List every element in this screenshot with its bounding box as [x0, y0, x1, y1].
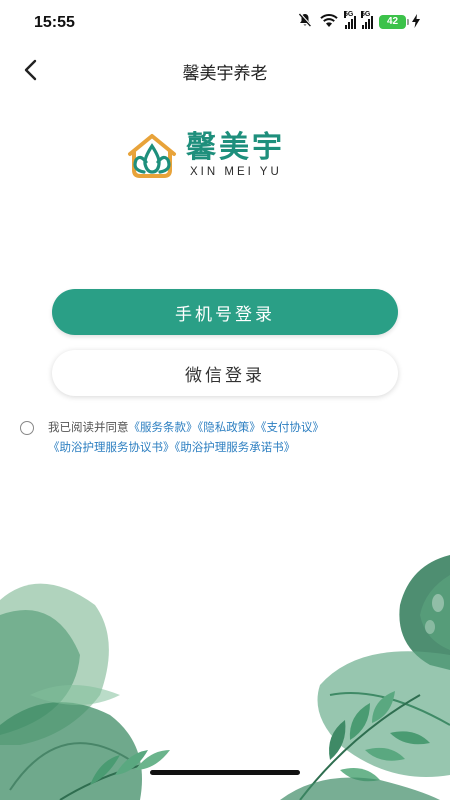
bathing-care-agreement-link[interactable]: 《助浴护理服务协议书》 — [48, 440, 175, 454]
wechat-login-button[interactable]: 微信登录 — [52, 350, 398, 396]
page-title: 馨美宇养老 — [182, 64, 268, 84]
status-icons: 5G 5G 42 — [297, 11, 420, 32]
leaves-decoration — [0, 555, 450, 800]
house-drop-icon — [128, 134, 176, 178]
agreement-prefix: 我已阅读并同意 — [48, 420, 129, 434]
network-label-2: 5G — [361, 11, 371, 18]
wifi-icon — [319, 13, 339, 32]
phone-login-button[interactable]: 手机号登录 — [52, 289, 398, 335]
privacy-policy-link[interactable]: 《隐私政策》 — [198, 420, 261, 434]
agreement-checkbox[interactable] — [20, 421, 34, 435]
agreement-text: 我已阅读并同意《服务条款》《隐私政策》《支付协议》《助浴护理服务协议书》《助浴护… — [48, 417, 428, 457]
terms-of-service-link[interactable]: 《服务条款》 — [129, 420, 198, 434]
signal-icon: 5G — [344, 11, 356, 29]
bathing-care-commitment-link[interactable]: 《助浴护理服务承诺书》 — [175, 440, 296, 454]
status-bar: 15:55 5G 5G 42 — [0, 0, 450, 46]
nav-bar: 馨美宇养老 — [0, 46, 450, 94]
status-time: 15:55 — [34, 14, 75, 31]
mute-icon — [297, 12, 313, 32]
brand-logo: 馨美宇 XIN MEI YU — [124, 132, 324, 182]
signal-icon-2: 5G — [361, 11, 373, 29]
logo-name-cn: 馨美宇 — [186, 130, 285, 165]
network-label-1: 5G — [344, 11, 354, 18]
payment-agreement-link[interactable]: 《支付协议》 — [261, 420, 324, 434]
logo-name-en: XIN MEI YU — [190, 166, 282, 178]
home-indicator[interactable] — [150, 770, 300, 775]
battery-icon: 42 — [379, 15, 409, 29]
charging-icon — [412, 13, 420, 32]
